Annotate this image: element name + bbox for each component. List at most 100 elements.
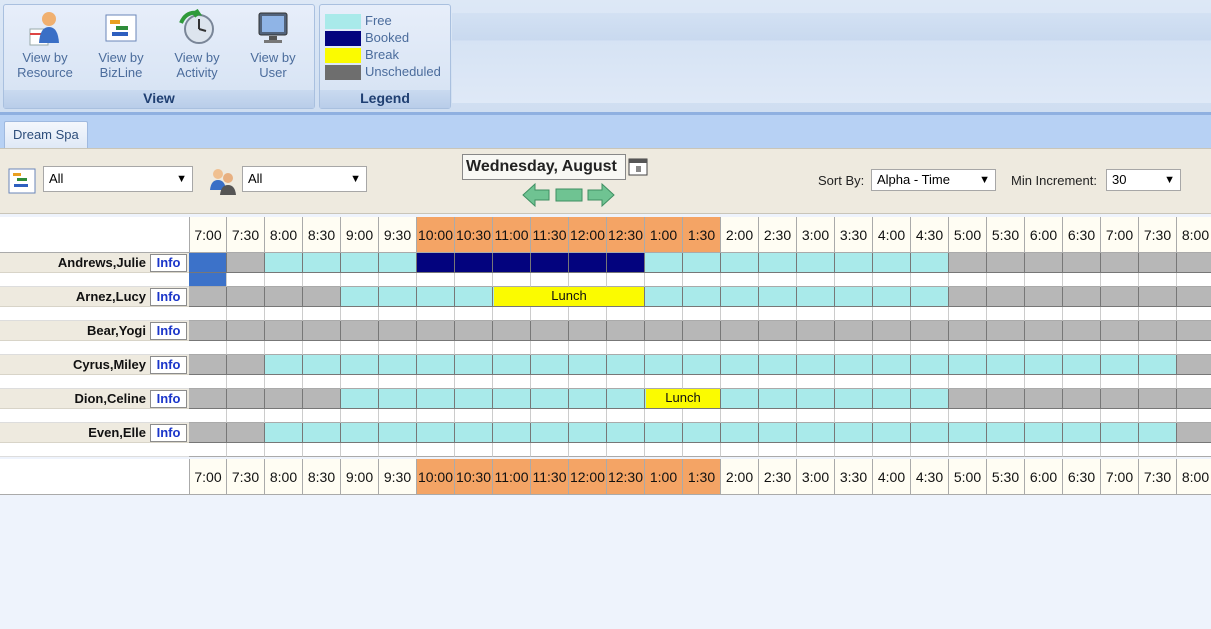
slot-free[interactable]	[341, 389, 379, 409]
slot-unscheduled[interactable]	[1177, 355, 1211, 375]
slot-free[interactable]	[797, 287, 835, 307]
slot-unscheduled[interactable]	[531, 321, 569, 341]
slot-unscheduled[interactable]	[911, 321, 949, 341]
slot-free[interactable]	[683, 355, 721, 375]
view-by-resource-button[interactable]: View by Resource	[8, 9, 82, 80]
slot-free[interactable]	[911, 287, 949, 307]
slot-unscheduled[interactable]	[227, 321, 265, 341]
slot-free[interactable]	[531, 389, 569, 409]
slot-unscheduled[interactable]	[1063, 287, 1101, 307]
slot-unscheduled[interactable]	[379, 321, 417, 341]
min-increment-select[interactable]: 30 ▼	[1106, 169, 1181, 191]
slot-free[interactable]	[683, 287, 721, 307]
calendar-icon[interactable]	[627, 155, 649, 177]
slot-free[interactable]	[759, 253, 797, 273]
slot-free[interactable]	[379, 253, 417, 273]
slot-unscheduled[interactable]	[607, 321, 645, 341]
slot-free[interactable]	[835, 253, 873, 273]
slot-free[interactable]	[265, 423, 303, 443]
info-button[interactable]: Info	[150, 356, 187, 374]
slot-booked[interactable]	[455, 253, 493, 273]
slot-unscheduled[interactable]	[417, 321, 455, 341]
slot-unscheduled[interactable]	[1025, 321, 1063, 341]
slot-unscheduled[interactable]	[455, 321, 493, 341]
slot-unscheduled[interactable]	[1177, 389, 1211, 409]
slot-unscheduled[interactable]	[873, 321, 911, 341]
slot-free[interactable]	[569, 389, 607, 409]
slot-free[interactable]	[265, 355, 303, 375]
slot-unscheduled[interactable]	[1101, 389, 1139, 409]
slot-free[interactable]	[911, 355, 949, 375]
slot-free[interactable]	[303, 355, 341, 375]
slot-free[interactable]	[341, 287, 379, 307]
slot-unscheduled[interactable]	[227, 253, 265, 273]
info-button[interactable]: Info	[150, 288, 187, 306]
slot-free[interactable]	[987, 423, 1025, 443]
slot-unscheduled[interactable]	[987, 389, 1025, 409]
slot-unscheduled[interactable]	[1177, 287, 1211, 307]
slot-free[interactable]	[759, 389, 797, 409]
slot-free[interactable]	[797, 355, 835, 375]
slot-unscheduled[interactable]	[987, 253, 1025, 273]
slot-unscheduled[interactable]	[987, 321, 1025, 341]
slot-free[interactable]	[607, 423, 645, 443]
slot-free[interactable]	[455, 287, 493, 307]
slot-booked[interactable]	[531, 253, 569, 273]
slot-free[interactable]	[721, 423, 759, 443]
slot-free[interactable]	[569, 423, 607, 443]
slot-unscheduled[interactable]	[1139, 253, 1177, 273]
slot-free[interactable]	[303, 423, 341, 443]
slot-unscheduled[interactable]	[1025, 253, 1063, 273]
slot-free[interactable]	[911, 423, 949, 443]
slot-unscheduled[interactable]	[303, 287, 341, 307]
slot-free[interactable]	[379, 423, 417, 443]
slot-free[interactable]	[873, 355, 911, 375]
slot-free[interactable]	[911, 389, 949, 409]
slot-free[interactable]	[379, 389, 417, 409]
slot-unscheduled[interactable]	[1101, 321, 1139, 341]
slot-unscheduled[interactable]	[227, 355, 265, 375]
slot-unscheduled[interactable]	[645, 321, 683, 341]
slot-free[interactable]	[569, 355, 607, 375]
previous-day-arrow-icon[interactable]	[521, 182, 551, 208]
slot-unscheduled[interactable]	[949, 321, 987, 341]
slot-free[interactable]	[341, 253, 379, 273]
slot-free[interactable]	[265, 253, 303, 273]
slot-unscheduled[interactable]	[683, 321, 721, 341]
slot-unscheduled[interactable]	[1139, 287, 1177, 307]
slot-unscheduled[interactable]	[987, 287, 1025, 307]
slot-unscheduled[interactable]	[949, 253, 987, 273]
slot-unscheduled[interactable]	[1063, 253, 1101, 273]
slot-unscheduled[interactable]	[189, 389, 227, 409]
slot-unscheduled[interactable]	[227, 389, 265, 409]
slot-free[interactable]	[493, 355, 531, 375]
slot-unscheduled[interactable]	[1139, 321, 1177, 341]
slot-free[interactable]	[493, 389, 531, 409]
slot-free[interactable]	[303, 253, 341, 273]
slot-free[interactable]	[873, 287, 911, 307]
slot-free[interactable]	[1025, 355, 1063, 375]
slot-unscheduled[interactable]	[265, 287, 303, 307]
slot-free[interactable]	[835, 423, 873, 443]
slot-unscheduled[interactable]	[227, 287, 265, 307]
slot-free[interactable]	[721, 389, 759, 409]
slot-free[interactable]	[721, 253, 759, 273]
slot-unscheduled[interactable]	[189, 423, 227, 443]
slot-free[interactable]	[379, 287, 417, 307]
slot-free[interactable]	[797, 389, 835, 409]
slot-unscheduled[interactable]	[949, 287, 987, 307]
slot-free[interactable]	[949, 423, 987, 443]
slot-free[interactable]	[417, 423, 455, 443]
slot-unscheduled[interactable]	[1025, 389, 1063, 409]
date-field[interactable]: Wednesday, August	[462, 154, 626, 180]
slot-free[interactable]	[1139, 355, 1177, 375]
slot-selected[interactable]	[189, 253, 227, 273]
tab-dream-spa[interactable]: Dream Spa	[4, 121, 88, 149]
slot-unscheduled[interactable]	[1139, 389, 1177, 409]
slot-free[interactable]	[531, 423, 569, 443]
slot-free[interactable]	[455, 355, 493, 375]
slot-unscheduled[interactable]	[1063, 321, 1101, 341]
slot-unscheduled[interactable]	[1177, 321, 1211, 341]
slot-free[interactable]	[417, 355, 455, 375]
slot-free[interactable]	[607, 355, 645, 375]
